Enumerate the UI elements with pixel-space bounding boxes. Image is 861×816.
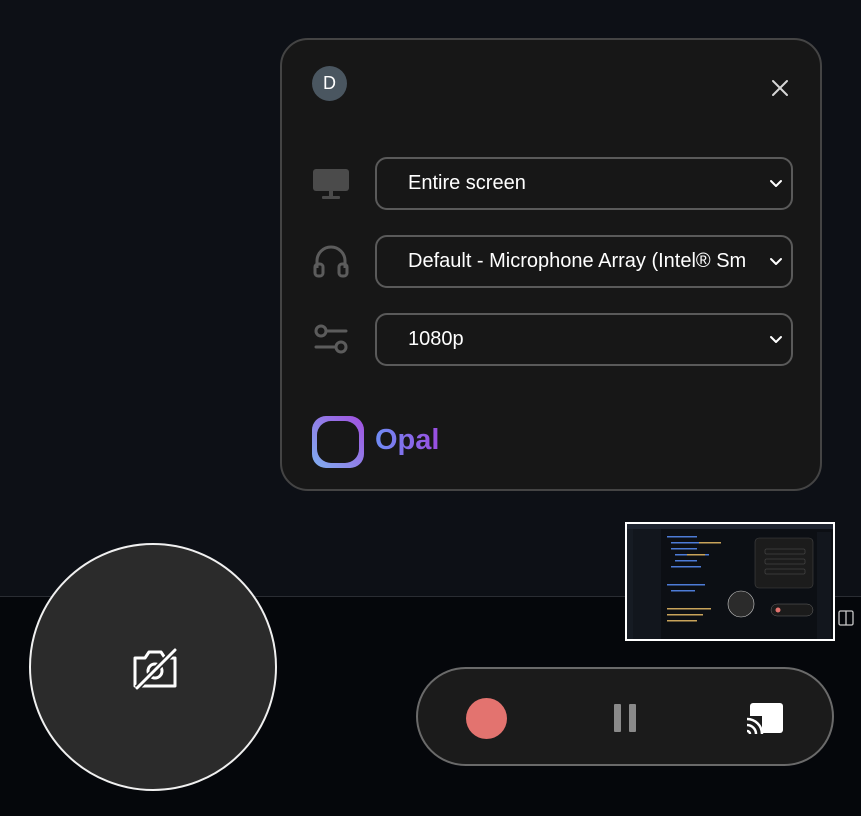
record-button[interactable] <box>466 698 507 739</box>
chevron-down-icon <box>770 336 782 343</box>
screen-source-value: Entire screen <box>408 172 526 194</box>
chevron-down-icon <box>770 180 782 187</box>
sliders-icon <box>314 324 348 354</box>
cast-icon[interactable] <box>746 702 784 734</box>
recording-settings-panel: D Entire screen Default - Microphone Arr… <box>280 38 822 491</box>
pause-icon <box>614 704 621 732</box>
screen-preview-image <box>627 524 833 639</box>
chevron-down-icon <box>770 258 782 265</box>
screen-preview-thumbnail[interactable] <box>625 522 835 641</box>
opal-logo-icon <box>312 416 364 468</box>
avatar[interactable]: D <box>312 66 347 101</box>
brand-name: Opal <box>375 424 440 456</box>
audio-input-value: Default - Microphone Array (Intel® Smart… <box>408 250 745 272</box>
screen-source-select[interactable]: Entire screen <box>375 157 793 210</box>
quality-select[interactable]: 1080p <box>375 313 793 366</box>
headphones-icon <box>313 245 349 278</box>
recording-controls-bar <box>416 667 834 766</box>
monitor-icon <box>313 169 349 199</box>
pause-icon <box>629 704 636 732</box>
close-icon[interactable] <box>768 76 792 100</box>
quality-value: 1080p <box>408 328 464 350</box>
pause-button[interactable] <box>614 704 636 732</box>
audio-input-select[interactable]: Default - Microphone Array (Intel® Smart… <box>375 235 793 288</box>
split-view-icon[interactable] <box>838 610 854 626</box>
camera-preview[interactable] <box>29 543 277 791</box>
camera-off-icon <box>133 647 178 690</box>
